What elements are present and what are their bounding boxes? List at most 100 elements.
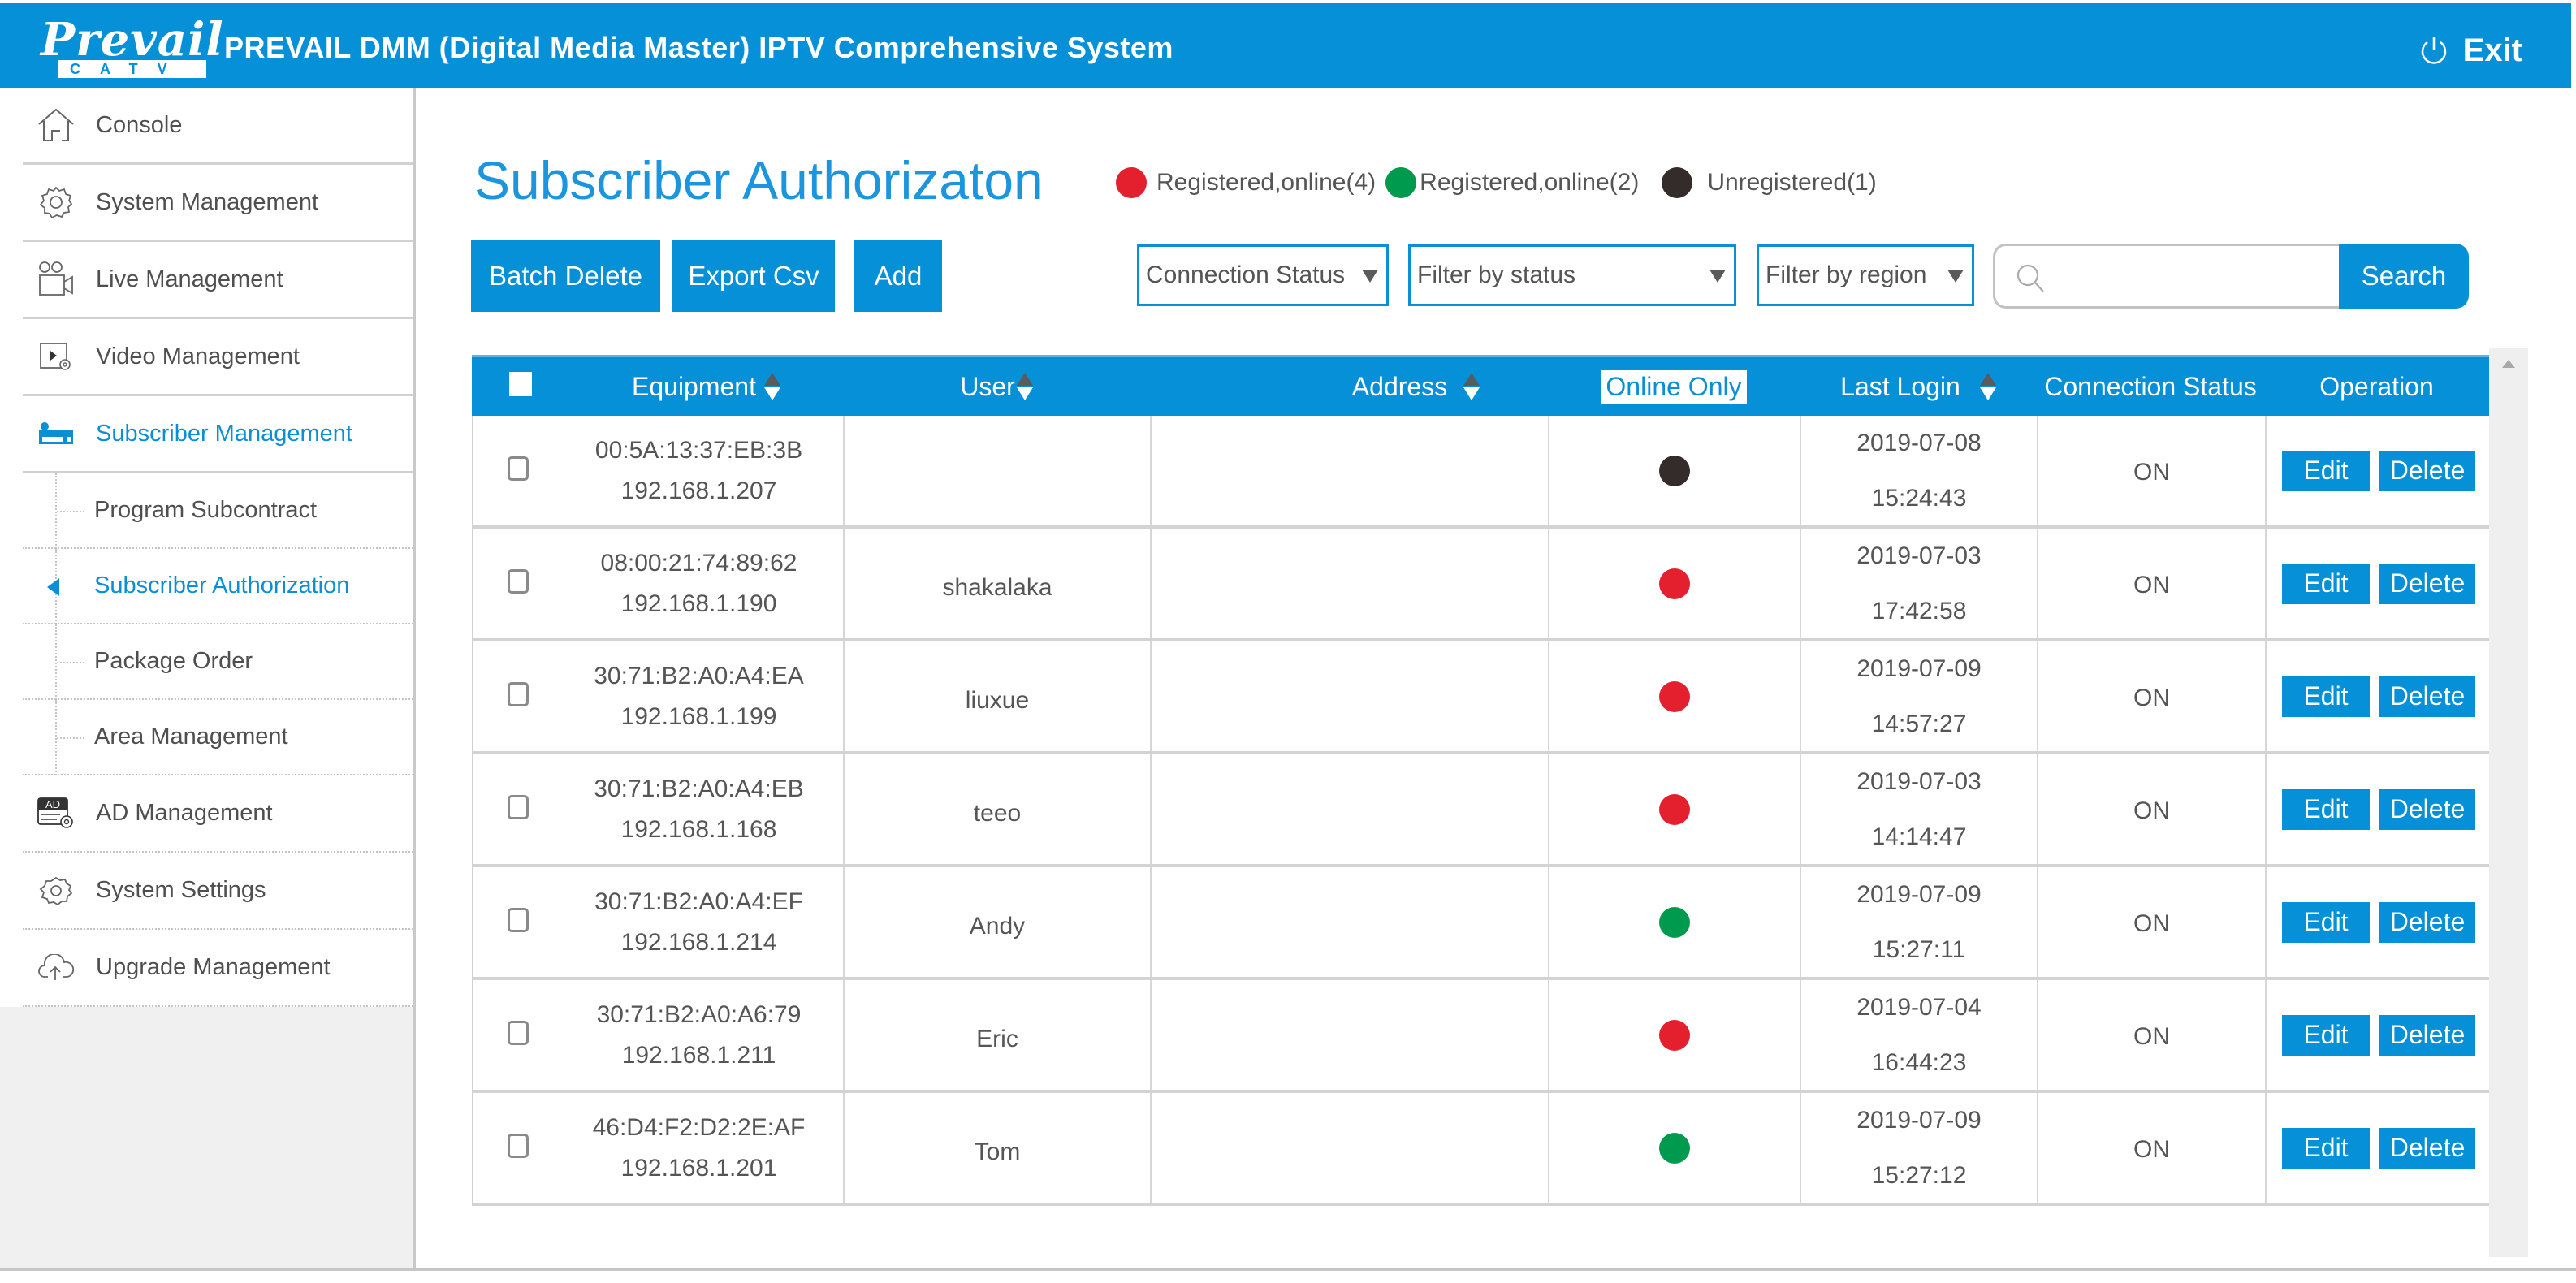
edit-button[interactable]: Edit: [2282, 1014, 2370, 1056]
address-cell: [1152, 1093, 1549, 1203]
cloud-upload-icon: [37, 949, 75, 987]
last-login-cell: 2019-07-09 14:57:27: [1801, 642, 2038, 751]
home-icon: [37, 106, 75, 144]
power-icon: [2421, 37, 2446, 64]
sidebar-subitem-area-management[interactable]: Area Management: [23, 700, 413, 775]
edit-button[interactable]: Edit: [2282, 1127, 2370, 1169]
exit-button[interactable]: Exit: [2418, 32, 2522, 69]
connection-status-cell: ON: [2038, 1093, 2267, 1203]
operation-cell: Edit Delete: [2267, 642, 2491, 751]
sidebar-item-video-management[interactable]: Video Management: [23, 319, 413, 396]
login-time: 15:27:12: [1871, 1161, 1967, 1189]
address-cell: [1152, 980, 1549, 1090]
equipment-cell: 30:71:B2:A0:A4:EA 192.168.1.199: [473, 642, 845, 751]
equipment-cell: 30:71:B2:A0:A4:EF 192.168.1.214: [473, 867, 845, 977]
legend-entry: Registered,online(4): [1116, 167, 1376, 198]
filter-status-select[interactable]: Filter by status: [1408, 244, 1736, 306]
gear-icon: [37, 184, 75, 221]
caret-down-icon: [1947, 270, 1964, 283]
user-name: liuxue: [965, 686, 1030, 714]
column-last-login[interactable]: Last Login: [1800, 357, 2037, 416]
vertical-scrollbar[interactable]: [2489, 348, 2528, 1257]
address-cell: [1152, 867, 1549, 977]
filter-region-select[interactable]: Filter by region: [1757, 244, 1974, 306]
edit-button[interactable]: Edit: [2282, 450, 2370, 491]
connection-status-cell: ON: [2038, 867, 2267, 977]
user-cell: liuxue: [845, 642, 1152, 751]
column-equipment[interactable]: Equipment: [569, 357, 843, 416]
select-value: Filter by status: [1417, 261, 1576, 288]
sort-icon[interactable]: [763, 373, 780, 400]
sidebar-item-system-settings[interactable]: System Settings: [23, 853, 413, 930]
connection-value: ON: [2133, 684, 2170, 711]
sidebar-subitem-package-order[interactable]: Package Order: [23, 624, 413, 700]
connection-value: ON: [2133, 1135, 2170, 1163]
connection-status-select[interactable]: Connection Status: [1137, 244, 1389, 306]
legend-label: Registered,online(2): [1420, 169, 1640, 196]
status-dot: [1659, 1132, 1690, 1164]
user-cell: [845, 416, 1152, 525]
sidebar-item-label: System Management: [96, 188, 319, 215]
login-time: 17:42:58: [1871, 597, 1967, 624]
last-login-cell: 2019-07-03 17:42:58: [1801, 529, 2038, 638]
sort-icon[interactable]: [1979, 373, 1996, 400]
sidebar-item-ad-management[interactable]: AD AD Management: [23, 775, 413, 853]
user-name: Tom: [974, 1138, 1021, 1165]
table-row: 08:00:21:74:89:62 192.168.1.190 shakalaka 2…: [472, 529, 2489, 642]
login-time: 14:57:27: [1871, 710, 1967, 737]
sidebar-subitem-label: Program Subcontract: [94, 497, 318, 523]
sort-icon[interactable]: [1463, 373, 1480, 400]
sidebar-item-label: Upgrade Management: [96, 954, 331, 980]
table-row: 30:71:B2:A0:A4:EA 192.168.1.199 liuxue 2019…: [472, 642, 2489, 754]
sidebar-item-label: Video Management: [96, 343, 300, 369]
equipment-cell: 08:00:21:74:89:62 192.168.1.190: [473, 529, 845, 638]
ip-address: 192.168.1.190: [620, 590, 777, 617]
online-status-cell: [1549, 980, 1801, 1090]
export-csv-button[interactable]: Export Csv: [672, 240, 835, 312]
edit-button[interactable]: Edit: [2282, 788, 2370, 830]
sort-icon[interactable]: [1016, 373, 1033, 400]
search-button[interactable]: Search: [2339, 244, 2469, 309]
column-address[interactable]: Address: [1284, 357, 1548, 416]
user-cell: shakalaka: [845, 529, 1152, 638]
table-row: 30:71:B2:A0:A4:EB 192.168.1.168 teeo 2019-0…: [472, 754, 2489, 867]
sidebar-subitem-subscriber-authorization[interactable]: Subscriber Authorization: [23, 549, 413, 624]
edit-button[interactable]: Edit: [2282, 563, 2370, 604]
last-login-cell: 2019-07-08 15:24:43: [1801, 416, 2038, 525]
edit-button[interactable]: Edit: [2282, 901, 2370, 943]
sidebar-item-system-management[interactable]: System Management: [23, 165, 413, 242]
user-name: Andy: [969, 912, 1026, 940]
video-settings-icon: [37, 338, 75, 375]
login-date: 2019-07-09: [1856, 880, 1982, 908]
delete-button[interactable]: Delete: [2379, 1014, 2475, 1056]
delete-button[interactable]: Delete: [2379, 901, 2475, 943]
sidebar-item-subscriber-management[interactable]: Subscriber Management: [23, 396, 413, 473]
delete-button[interactable]: Delete: [2379, 1127, 2475, 1169]
legend-label: Unregistered(1): [1707, 169, 1877, 196]
search-icon: [2016, 264, 2044, 292]
address-cell: [1152, 754, 1549, 864]
column-user[interactable]: User: [843, 357, 1150, 416]
address-cell: [1152, 529, 1549, 638]
sidebar-subitem-program-subcontract[interactable]: Program Subcontract: [23, 473, 413, 549]
add-button[interactable]: Add: [854, 240, 942, 312]
delete-button[interactable]: Delete: [2379, 450, 2475, 491]
connection-value: ON: [2133, 909, 2170, 937]
select-all-checkbox[interactable]: [509, 372, 532, 396]
edit-button[interactable]: Edit: [2282, 676, 2370, 717]
online-only-toggle[interactable]: Online Only: [1601, 369, 1747, 404]
app-header: Prevail CATV PREVAIL DMM (Digital Media …: [0, 0, 2571, 88]
sidebar-subitem-label: Area Management: [94, 724, 288, 749]
batch-delete-button[interactable]: Batch Delete: [471, 240, 660, 312]
sidebar-item-live-management[interactable]: Live Management: [23, 242, 413, 319]
sidebar-item-console[interactable]: Console: [23, 88, 413, 165]
connection-status-cell: ON: [2038, 529, 2267, 638]
delete-button[interactable]: Delete: [2379, 788, 2475, 830]
last-login-cell: 2019-07-09 15:27:11: [1801, 867, 2038, 977]
scroll-up-icon[interactable]: [2502, 360, 2515, 368]
search-input[interactable]: [2052, 251, 2328, 300]
delete-button[interactable]: Delete: [2379, 563, 2475, 604]
operation-cell: Edit Delete: [2267, 529, 2491, 638]
sidebar-item-upgrade-management[interactable]: Upgrade Management: [23, 930, 413, 1007]
delete-button[interactable]: Delete: [2379, 676, 2475, 717]
